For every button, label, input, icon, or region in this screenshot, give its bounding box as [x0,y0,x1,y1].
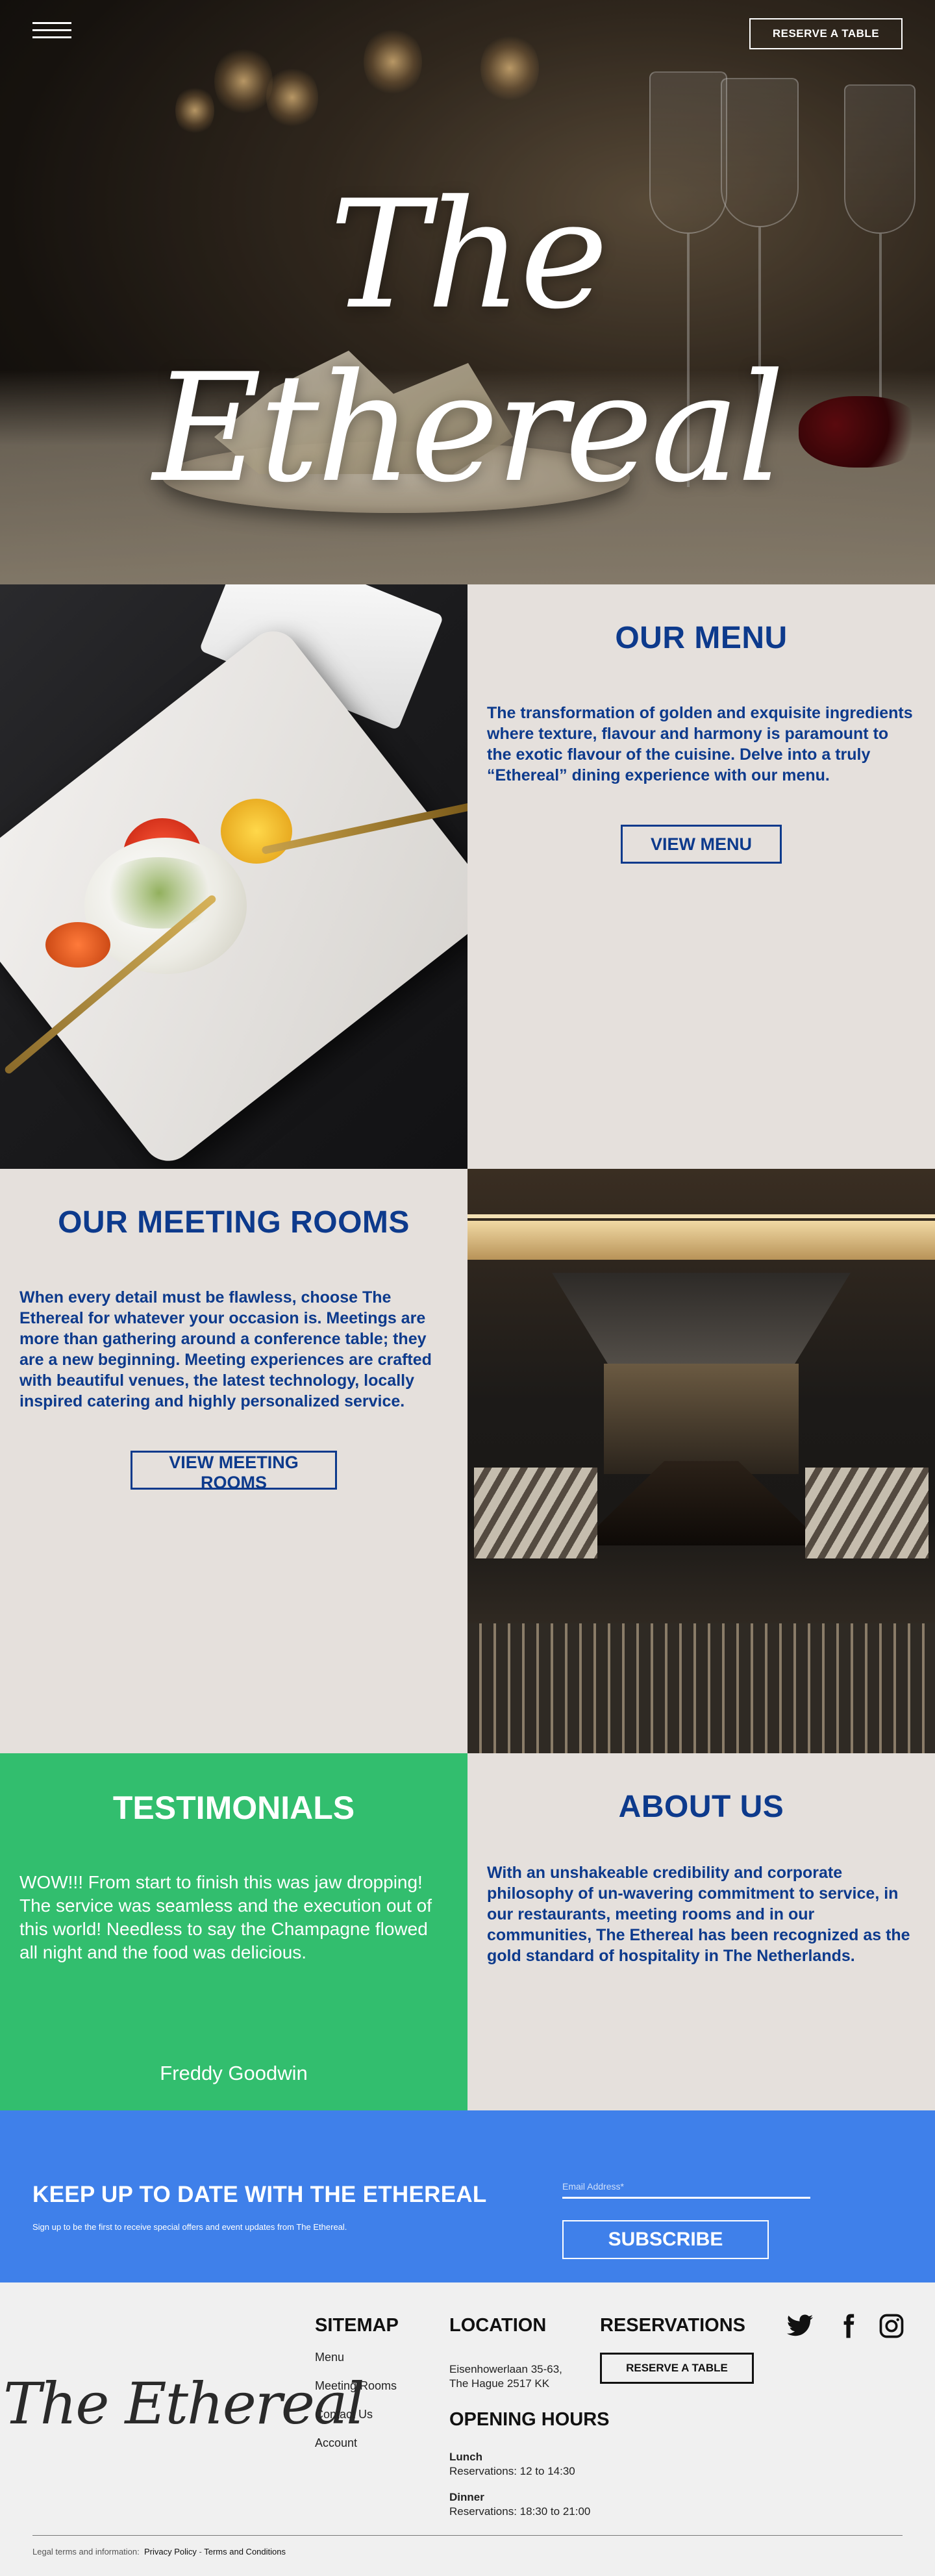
ceiling-light [468,1214,935,1218]
subscribe-button[interactable]: SUBSCRIBE [562,2220,769,2259]
meeting-room-image [468,1169,935,1753]
testimonials-panel: TESTIMONIALS WOW!!! From start to finish… [0,1753,468,2110]
hamburger-menu-icon[interactable] [32,22,71,42]
reserve-table-button[interactable]: RESERVE A TABLE [749,18,903,49]
legal-separator: - [196,2547,205,2557]
view-meeting-rooms-button[interactable]: VIEW MEETING ROOMS [131,1451,337,1492]
privacy-policy-link[interactable]: Privacy Policy [144,2547,197,2557]
yellow-tomato [221,799,292,864]
instagram-icon[interactable] [877,2312,906,2340]
view-menu-button[interactable]: VIEW MENU [621,825,782,864]
about-panel: ABOUT US With an unshakeable credibility… [468,1753,935,2110]
facebook-icon[interactable] [834,2312,862,2340]
hero-logo-title: The Ethereal [153,169,784,516]
footer-divider [32,2535,903,2536]
testimonial-author: Freddy Goodwin [160,2062,308,2084]
testimonials-heading: TESTIMONIALS [112,1790,355,1826]
testimonials-row: TESTIMONIALS WOW!!! From start to finish… [0,1753,935,2110]
reservations-heading: RESERVATIONS [600,2315,745,2336]
address: Eisenhowerlaan 35-63, The Hague 2517 KK [449,2362,562,2391]
meeting-description: When every detail must be flawless, choo… [19,1288,432,1410]
tomato [45,922,110,968]
sitemap-link-meeting-rooms[interactable]: Meeting Rooms [315,2379,399,2394]
ceiling [468,1221,935,1260]
lunch-time: Reservations: 12 to 14:30 [449,2465,575,2477]
food-image [0,584,468,1169]
chairs-left [474,1468,597,1558]
sitemap-heading: SITEMAP [315,2315,399,2336]
dinner-time: Reservations: 18:30 to 21:00 [449,2505,591,2518]
terms-link[interactable]: Terms and Conditions [204,2547,286,2557]
footer: The Ethereal SITEMAP Menu Meeting Rooms … [0,2282,935,2573]
pesto [97,857,221,929]
about-description: With an unshakeable credibility and corp… [487,1864,910,1965]
legal-prefix: Legal terms and information: [32,2547,140,2557]
location-heading: LOCATION [449,2315,547,2336]
hero-section: RESERVE A TABLE The Ethereal [0,0,935,584]
footer-reserve-table-button[interactable]: RESERVE A TABLE [600,2353,754,2384]
ceiling-panel [552,1273,851,1370]
twitter-icon[interactable] [786,2312,814,2340]
address-line: Eisenhowerlaan 35-63, [449,2363,562,2375]
lunch-label: Lunch [449,2451,482,2463]
chairs-right [805,1468,929,1558]
floor [468,1623,935,1753]
about-heading: ABOUT US [618,1790,784,1824]
opening-hours-heading: OPENING HOURS [449,2409,610,2430]
testimonial-quote: WOW!!! From start to finish this was jaw… [19,1872,432,1962]
meeting-row: OUR MEETING ROOMS When every detail must… [0,1169,935,1753]
email-field[interactable] [562,2175,810,2199]
menu-panel: OUR MENU The transformation of golden an… [468,584,935,1169]
newsletter-heading: KEEP UP TO DATE WITH THE ETHEREAL [32,2182,487,2207]
reservations: RESERVATIONS [600,2315,745,2336]
newsletter-section: KEEP UP TO DATE WITH THE ETHEREAL Sign u… [0,2110,935,2282]
footer-logo: The Ethereal [3,2370,365,2437]
newsletter-subtext: Sign up to be the first to receive speci… [32,2222,347,2232]
meeting-heading: OUR MEETING ROOMS [58,1205,410,1240]
opening-hours: Lunch Reservations: 12 to 14:30 Dinner R… [449,2450,590,2531]
dinner-label: Dinner [449,2491,484,2503]
meeting-panel: OUR MEETING ROOMS When every detail must… [0,1169,468,1753]
menu-heading: OUR MENU [615,621,788,655]
sitemap-link-account[interactable]: Account [315,2436,399,2451]
legal-links: Legal terms and information: Privacy Pol… [32,2547,286,2557]
sitemap-link-menu[interactable]: Menu [315,2350,399,2365]
menu-row: OUR MENU The transformation of golden an… [0,584,935,1169]
menu-description: The transformation of golden and exquisi… [487,704,913,784]
location: LOCATION Eisenhowerlaan 35-63, The Hague… [449,2315,562,2391]
sitemap: SITEMAP Menu Meeting Rooms Contact Us Ac… [315,2315,399,2451]
address-line: The Hague 2517 KK [449,2377,550,2390]
back-wall [604,1364,799,1474]
sitemap-link-contact-us[interactable]: Contact Us [315,2407,399,2422]
